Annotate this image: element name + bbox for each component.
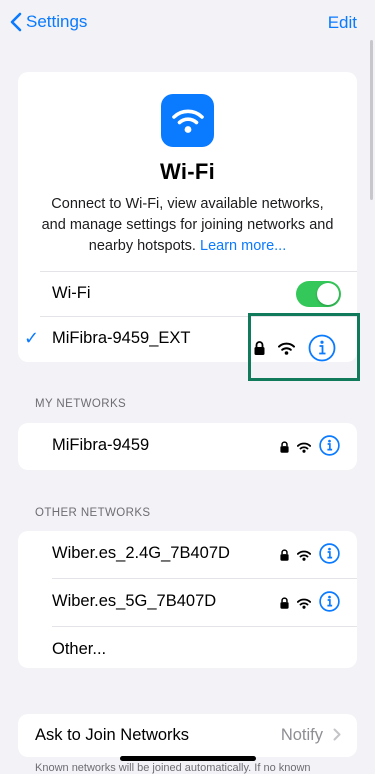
- divider: [40, 271, 357, 272]
- network-name: Wiber.es_2.4G_7B407D: [52, 544, 230, 562]
- lock-icon: [280, 549, 289, 561]
- scrollbar[interactable]: [370, 40, 373, 200]
- info-icon[interactable]: [319, 591, 340, 612]
- description-text: Connect to Wi-Fi, view available network…: [41, 196, 334, 254]
- home-indicator[interactable]: [120, 756, 256, 761]
- my-networks-header: MY NETWORKS: [35, 398, 127, 410]
- other-networks-header: OTHER NETWORKS: [35, 507, 151, 519]
- wifi-toggle[interactable]: [296, 281, 341, 307]
- connected-network-name: MiFibra-9459_EXT: [52, 329, 191, 347]
- other-network-row[interactable]: Other...: [18, 627, 357, 673]
- lock-icon: [280, 597, 289, 609]
- wifi-signal-icon: [297, 442, 311, 453]
- footer-text: Known networks will be joined automatica…: [35, 762, 311, 774]
- wifi-signal-icon: [297, 550, 311, 561]
- network-name: MiFibra-9459: [52, 436, 150, 454]
- network-row[interactable]: Wiber.es_5G_7B407D: [18, 579, 357, 625]
- info-icon[interactable]: [319, 435, 340, 456]
- checkmark-icon: ✓: [24, 328, 40, 348]
- highlight-box: [248, 313, 360, 381]
- toggle-knob: [317, 283, 339, 305]
- chevron-left-icon: [10, 12, 22, 32]
- other-network-label: Other...: [52, 640, 107, 658]
- info-icon[interactable]: [319, 543, 340, 564]
- wifi-icon: [171, 109, 204, 133]
- network-name: Wiber.es_5G_7B407D: [52, 592, 217, 610]
- wifi-app-icon: [161, 94, 214, 147]
- back-button-label: Settings: [26, 12, 88, 31]
- chevron-right-icon: [333, 728, 341, 741]
- other-networks-list: Wiber.es_2.4G_7B407D Wiber.es_5G_7B407D …: [18, 531, 357, 668]
- ask-to-join-row[interactable]: Ask to Join Networks Notify: [18, 714, 357, 757]
- my-networks-list: MiFibra-9459: [18, 423, 357, 470]
- back-button[interactable]: Settings: [10, 12, 87, 32]
- network-row[interactable]: Wiber.es_2.4G_7B407D: [18, 531, 357, 577]
- wifi-toggle-label: Wi-Fi: [52, 284, 91, 302]
- network-row[interactable]: MiFibra-9459: [18, 423, 357, 469]
- ask-to-join-label: Ask to Join Networks: [35, 726, 190, 744]
- ask-to-join-value: Notify: [280, 726, 323, 744]
- edit-button[interactable]: Edit: [328, 13, 357, 33]
- learn-more-link[interactable]: Learn more...: [200, 238, 286, 254]
- lock-icon: [280, 441, 289, 453]
- page-title: Wi-Fi: [159, 159, 216, 184]
- wifi-description: Connect to Wi-Fi, view available network…: [38, 194, 337, 257]
- wifi-signal-icon: [297, 598, 311, 609]
